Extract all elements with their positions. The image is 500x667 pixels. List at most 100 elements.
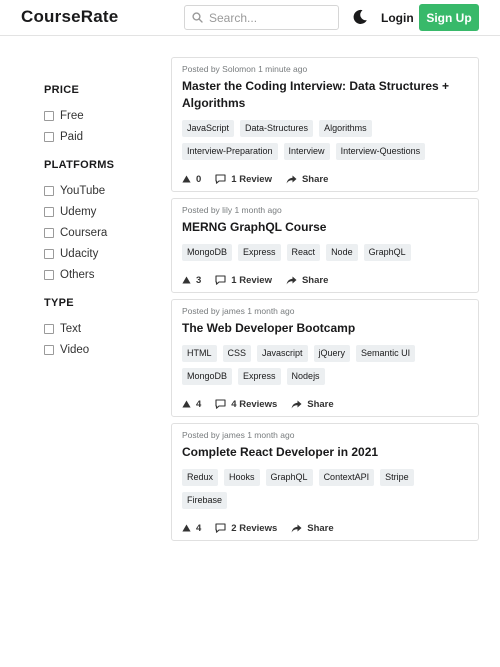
checkbox[interactable]: [44, 344, 54, 355]
checkbox[interactable]: [44, 110, 54, 121]
login-button[interactable]: Login: [381, 11, 414, 25]
comment-bubble-icon: [215, 275, 226, 285]
reviews-label: 1 Review: [231, 173, 272, 185]
card-actions: 0 1 Review Share: [182, 167, 468, 191]
share-button[interactable]: Share: [286, 275, 328, 286]
checkbox[interactable]: [44, 269, 54, 280]
tag-chip[interactable]: HTML: [182, 345, 217, 362]
checkbox[interactable]: [44, 206, 54, 217]
course-feed: Posted by Solomon 1 minute ago Master the…: [171, 57, 479, 547]
filter-option-label: Others: [60, 268, 95, 281]
tag-chip[interactable]: Javascript: [257, 345, 308, 362]
upvote-triangle-icon[interactable]: [182, 524, 191, 532]
checkbox[interactable]: [44, 227, 54, 238]
tag-chip[interactable]: Express: [238, 244, 281, 261]
post-meta: Posted by james 1 month ago: [182, 306, 295, 316]
share-button[interactable]: Share: [291, 399, 334, 410]
search-input[interactable]: [209, 10, 329, 25]
moon-icon[interactable]: [352, 9, 368, 25]
reviews-button[interactable]: 1 Review: [215, 174, 272, 185]
tag-chip[interactable]: Interview-Preparation: [182, 143, 278, 160]
tag-chip[interactable]: Data-Structures: [240, 120, 314, 137]
filter-option-free[interactable]: Free: [44, 105, 154, 126]
tag-list: HTML CSS Javascript jQuery Semantic UI MongoD…: [182, 345, 468, 391]
post-meta: Posted by james 1 month ago: [182, 430, 295, 440]
tag-chip[interactable]: CSS: [222, 345, 252, 362]
tag-chip[interactable]: Express: [238, 368, 281, 385]
upvote-button[interactable]: 4: [182, 523, 201, 534]
tag-chip[interactable]: JavaScript: [182, 120, 235, 137]
upvote-button[interactable]: 4: [182, 399, 201, 410]
course-title[interactable]: MERNG GraphQL Course: [182, 219, 468, 236]
tag-chip[interactable]: ContextAPI: [318, 469, 375, 486]
tag-chip[interactable]: Interview-Questions: [335, 143, 426, 160]
tag-chip[interactable]: Interview: [283, 143, 330, 160]
course-card[interactable]: Posted by lily 1 month ago MERNG GraphQL …: [171, 198, 479, 293]
reviews-button[interactable]: 1 Review: [215, 275, 272, 286]
share-arrow-icon: [286, 175, 297, 183]
share-label: Share: [301, 274, 329, 286]
filter-option-paid[interactable]: Paid: [44, 126, 154, 147]
course-card[interactable]: Posted by james 1 month ago Complete Reac…: [171, 423, 479, 541]
tag-list: JavaScript Data-Structures Algorithms Inter…: [182, 120, 468, 166]
signup-button[interactable]: Sign Up: [419, 4, 479, 31]
tag-chip[interactable]: GraphQL: [363, 244, 411, 261]
filter-group-title: PRICE: [44, 84, 80, 96]
tag-chip[interactable]: GraphQL: [265, 469, 313, 486]
course-card[interactable]: Posted by james 1 month ago The Web Devel…: [171, 299, 479, 417]
tag-chip[interactable]: MongoDB: [182, 368, 233, 385]
filter-option-video[interactable]: Video: [44, 339, 154, 360]
filter-option-label: Udacity: [60, 247, 99, 260]
app-logo[interactable]: CourseRate: [21, 7, 118, 27]
tag-chip[interactable]: Node: [326, 244, 358, 261]
tag-chip[interactable]: Firebase: [182, 492, 228, 509]
filter-option-label: Udemy: [60, 205, 97, 218]
filter-option-label: YouTube: [60, 184, 106, 197]
filter-option-label: Video: [60, 343, 90, 356]
reviews-button[interactable]: 4 Reviews: [215, 399, 277, 410]
upvote-triangle-icon[interactable]: [182, 276, 191, 284]
upvote-button[interactable]: 0: [182, 174, 201, 185]
filter-option-youtube[interactable]: YouTube: [44, 180, 154, 201]
checkbox[interactable]: [44, 131, 54, 142]
tag-chip[interactable]: Semantic UI: [356, 345, 416, 362]
checkbox[interactable]: [44, 248, 54, 259]
card-actions: 4 2 Reviews Share: [182, 516, 468, 540]
share-button[interactable]: Share: [286, 174, 328, 185]
upvote-triangle-icon[interactable]: [182, 175, 191, 183]
filter-group-platforms: PLATFORMS YouTube Udemy Coursera Udacity Othe…: [44, 159, 154, 285]
search-box[interactable]: [184, 5, 339, 30]
checkbox[interactable]: [44, 323, 54, 334]
card-actions: 4 4 Reviews Share: [182, 392, 468, 416]
upvote-button[interactable]: 3: [182, 275, 201, 286]
tag-chip[interactable]: jQuery: [313, 345, 351, 362]
filter-option-others[interactable]: Others: [44, 264, 154, 285]
filter-option-udacity[interactable]: Udacity: [44, 243, 154, 264]
tag-chip[interactable]: MongoDB: [182, 244, 233, 261]
tag-chip[interactable]: Hooks: [224, 469, 260, 486]
tag-chip[interactable]: React: [286, 244, 321, 261]
comment-bubble-icon: [215, 174, 226, 184]
share-button[interactable]: Share: [291, 523, 334, 534]
tag-chip[interactable]: Stripe: [380, 469, 414, 486]
tag-chip[interactable]: Redux: [182, 469, 219, 486]
comment-bubble-icon: [215, 399, 226, 409]
reviews-button[interactable]: 2 Reviews: [215, 523, 277, 534]
checkbox[interactable]: [44, 185, 54, 196]
course-title[interactable]: Complete React Developer in 2021: [182, 444, 468, 461]
top-navbar: CourseRate Login Sign Up: [0, 0, 500, 36]
filter-option-text[interactable]: Text: [44, 318, 154, 339]
course-title[interactable]: Master the Coding Interview: Data Struct…: [182, 78, 468, 112]
post-meta: Posted by Solomon 1 minute ago: [182, 64, 308, 74]
filter-option-label: Coursera: [60, 226, 108, 239]
tag-chip[interactable]: Nodejs: [286, 368, 325, 385]
share-arrow-icon: [291, 400, 302, 408]
upvote-triangle-icon[interactable]: [182, 400, 191, 408]
filter-group-type: TYPE Text Video: [44, 297, 154, 360]
course-title[interactable]: The Web Developer Bootcamp: [182, 320, 468, 337]
search-icon: [192, 12, 203, 23]
course-card[interactable]: Posted by Solomon 1 minute ago Master the…: [171, 57, 479, 192]
filter-option-coursera[interactable]: Coursera: [44, 222, 154, 243]
tag-chip[interactable]: Algorithms: [319, 120, 372, 137]
filter-option-udemy[interactable]: Udemy: [44, 201, 154, 222]
